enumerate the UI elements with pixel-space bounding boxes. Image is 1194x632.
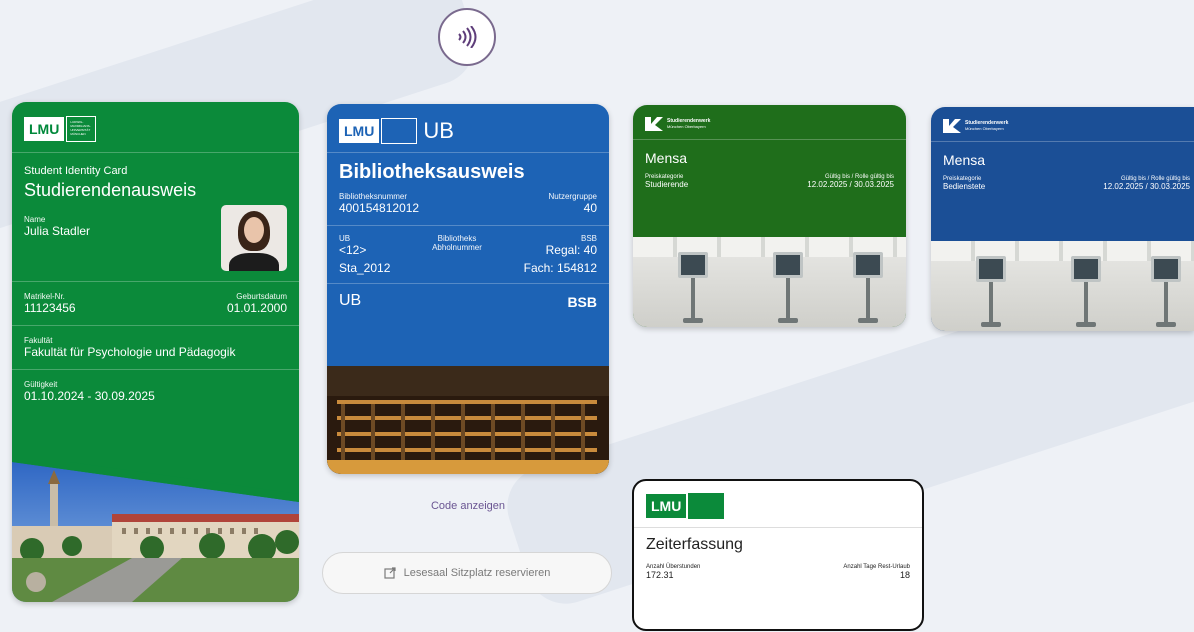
faculty-value: Fakultät für Psychologie und Pädagogik	[24, 345, 236, 359]
card-title: Zeiterfassung	[646, 536, 743, 553]
matrikel-value: 11123456	[24, 301, 76, 315]
birthdate-label: Geburtsdatum	[236, 292, 287, 301]
mensa-terminal-photo	[931, 241, 1194, 331]
campus-photo	[12, 462, 299, 602]
price-category-value: Studierende	[645, 180, 689, 189]
logo-subtext	[381, 118, 418, 144]
studierendenwerk-logo-icon: Studierendenwerk München Oberbayern	[931, 107, 1194, 141]
lmu-logo-icon: LMU	[646, 493, 910, 519]
bsb-label: BSB	[580, 234, 597, 243]
library-number-value: 400154812012	[339, 201, 420, 215]
library-photo	[327, 366, 609, 474]
validity-label: Gültigkeit	[24, 380, 58, 389]
external-link-icon	[384, 567, 396, 579]
ub-label: UB	[339, 234, 351, 243]
ub-footer-logo: UB	[339, 292, 362, 309]
student-photo	[221, 205, 287, 271]
ub-value-2: Sta_2012	[339, 261, 391, 275]
pickup-number-label: Bibliotheks Abholnummer	[432, 234, 482, 252]
valid-until-value: 12.02.2025 / 30.03.2025	[1103, 182, 1190, 191]
logo-text: LMU	[24, 117, 65, 141]
reserve-seat-button[interactable]: Lesesaal Sitzplatz reservieren	[322, 552, 612, 594]
validity-value: 01.10.2024 - 30.09.2025	[24, 389, 155, 403]
card-subtitle: Student Identity Card	[24, 165, 128, 177]
user-group-label: Nutzergruppe	[548, 192, 597, 201]
bsb-footer-logo: BSB	[567, 294, 597, 310]
lmu-logo-icon: LMU LUDWIG-MAXIMILIANS-UNIVERSITÄT MÜNCH…	[24, 116, 287, 142]
name-value: Julia Stadler	[24, 224, 91, 238]
user-group-value: 40	[583, 201, 597, 215]
time-tracking-card[interactable]: LMU Zeiterfassung Anzahl Überstunden 172…	[632, 479, 924, 631]
logo-text: LMU	[646, 494, 687, 518]
card-title: Bibliotheksausweis	[339, 161, 525, 183]
valid-until-value: 12.02.2025 / 30.03.2025	[807, 180, 894, 189]
faculty-label: Fakultät	[24, 336, 53, 345]
library-card[interactable]: LMU UB Bibliotheksausweis Bibliotheksnum…	[327, 104, 609, 474]
org-subname: München Oberbayern	[965, 126, 1004, 131]
ub-logo-text: UB	[423, 118, 454, 143]
card-title: Mensa	[943, 152, 986, 168]
vacation-days-value: 18	[899, 570, 910, 580]
show-code-button[interactable]: Code anzeigen	[327, 500, 609, 512]
matrikel-label: Matrikel-Nr.	[24, 292, 65, 301]
library-number-label: Bibliotheksnummer	[339, 192, 408, 201]
logo-subtext	[688, 493, 725, 519]
name-label: Name	[24, 215, 46, 224]
org-subname: München Oberbayern	[667, 124, 706, 129]
card-title: Studierendenausweis	[24, 180, 197, 200]
birthdate-value: 01.01.2000	[226, 301, 287, 315]
nfc-icon[interactable]	[438, 8, 496, 66]
reserve-seat-label: Lesesaal Sitzplatz reservieren	[403, 567, 551, 579]
nfc-waves-icon	[458, 26, 477, 48]
mensa-terminal-photo	[633, 237, 906, 327]
mensa-card-staff[interactable]: Studierendenwerk München Oberbayern Mens…	[931, 107, 1194, 331]
card-title: Mensa	[645, 150, 688, 166]
price-category-value: Bedienstete	[943, 182, 986, 191]
lmu-logo-icon: LMU	[339, 118, 418, 144]
student-id-card[interactable]: LMU LUDWIG-MAXIMILIANS-UNIVERSITÄT MÜNCH…	[12, 102, 299, 602]
card-header: LMU LUDWIG-MAXIMILIANS-UNIVERSITÄT MÜNCH…	[12, 102, 299, 152]
logo-text: LMU	[339, 119, 380, 143]
bsb-value-1: Regal: 40	[545, 243, 597, 257]
studierendenwerk-logo-icon: Studierendenwerk München Oberbayern	[633, 105, 906, 139]
logo-subtext: LUDWIG-MAXIMILIANS-UNIVERSITÄT MÜNCHEN	[66, 116, 97, 142]
bsb-value-2: Fach: 154812	[523, 261, 597, 275]
ub-value-1: <12>	[339, 243, 367, 257]
mensa-card-students[interactable]: Studierendenwerk München Oberbayern Mens…	[633, 105, 906, 327]
overtime-value: 172.31	[646, 570, 674, 580]
